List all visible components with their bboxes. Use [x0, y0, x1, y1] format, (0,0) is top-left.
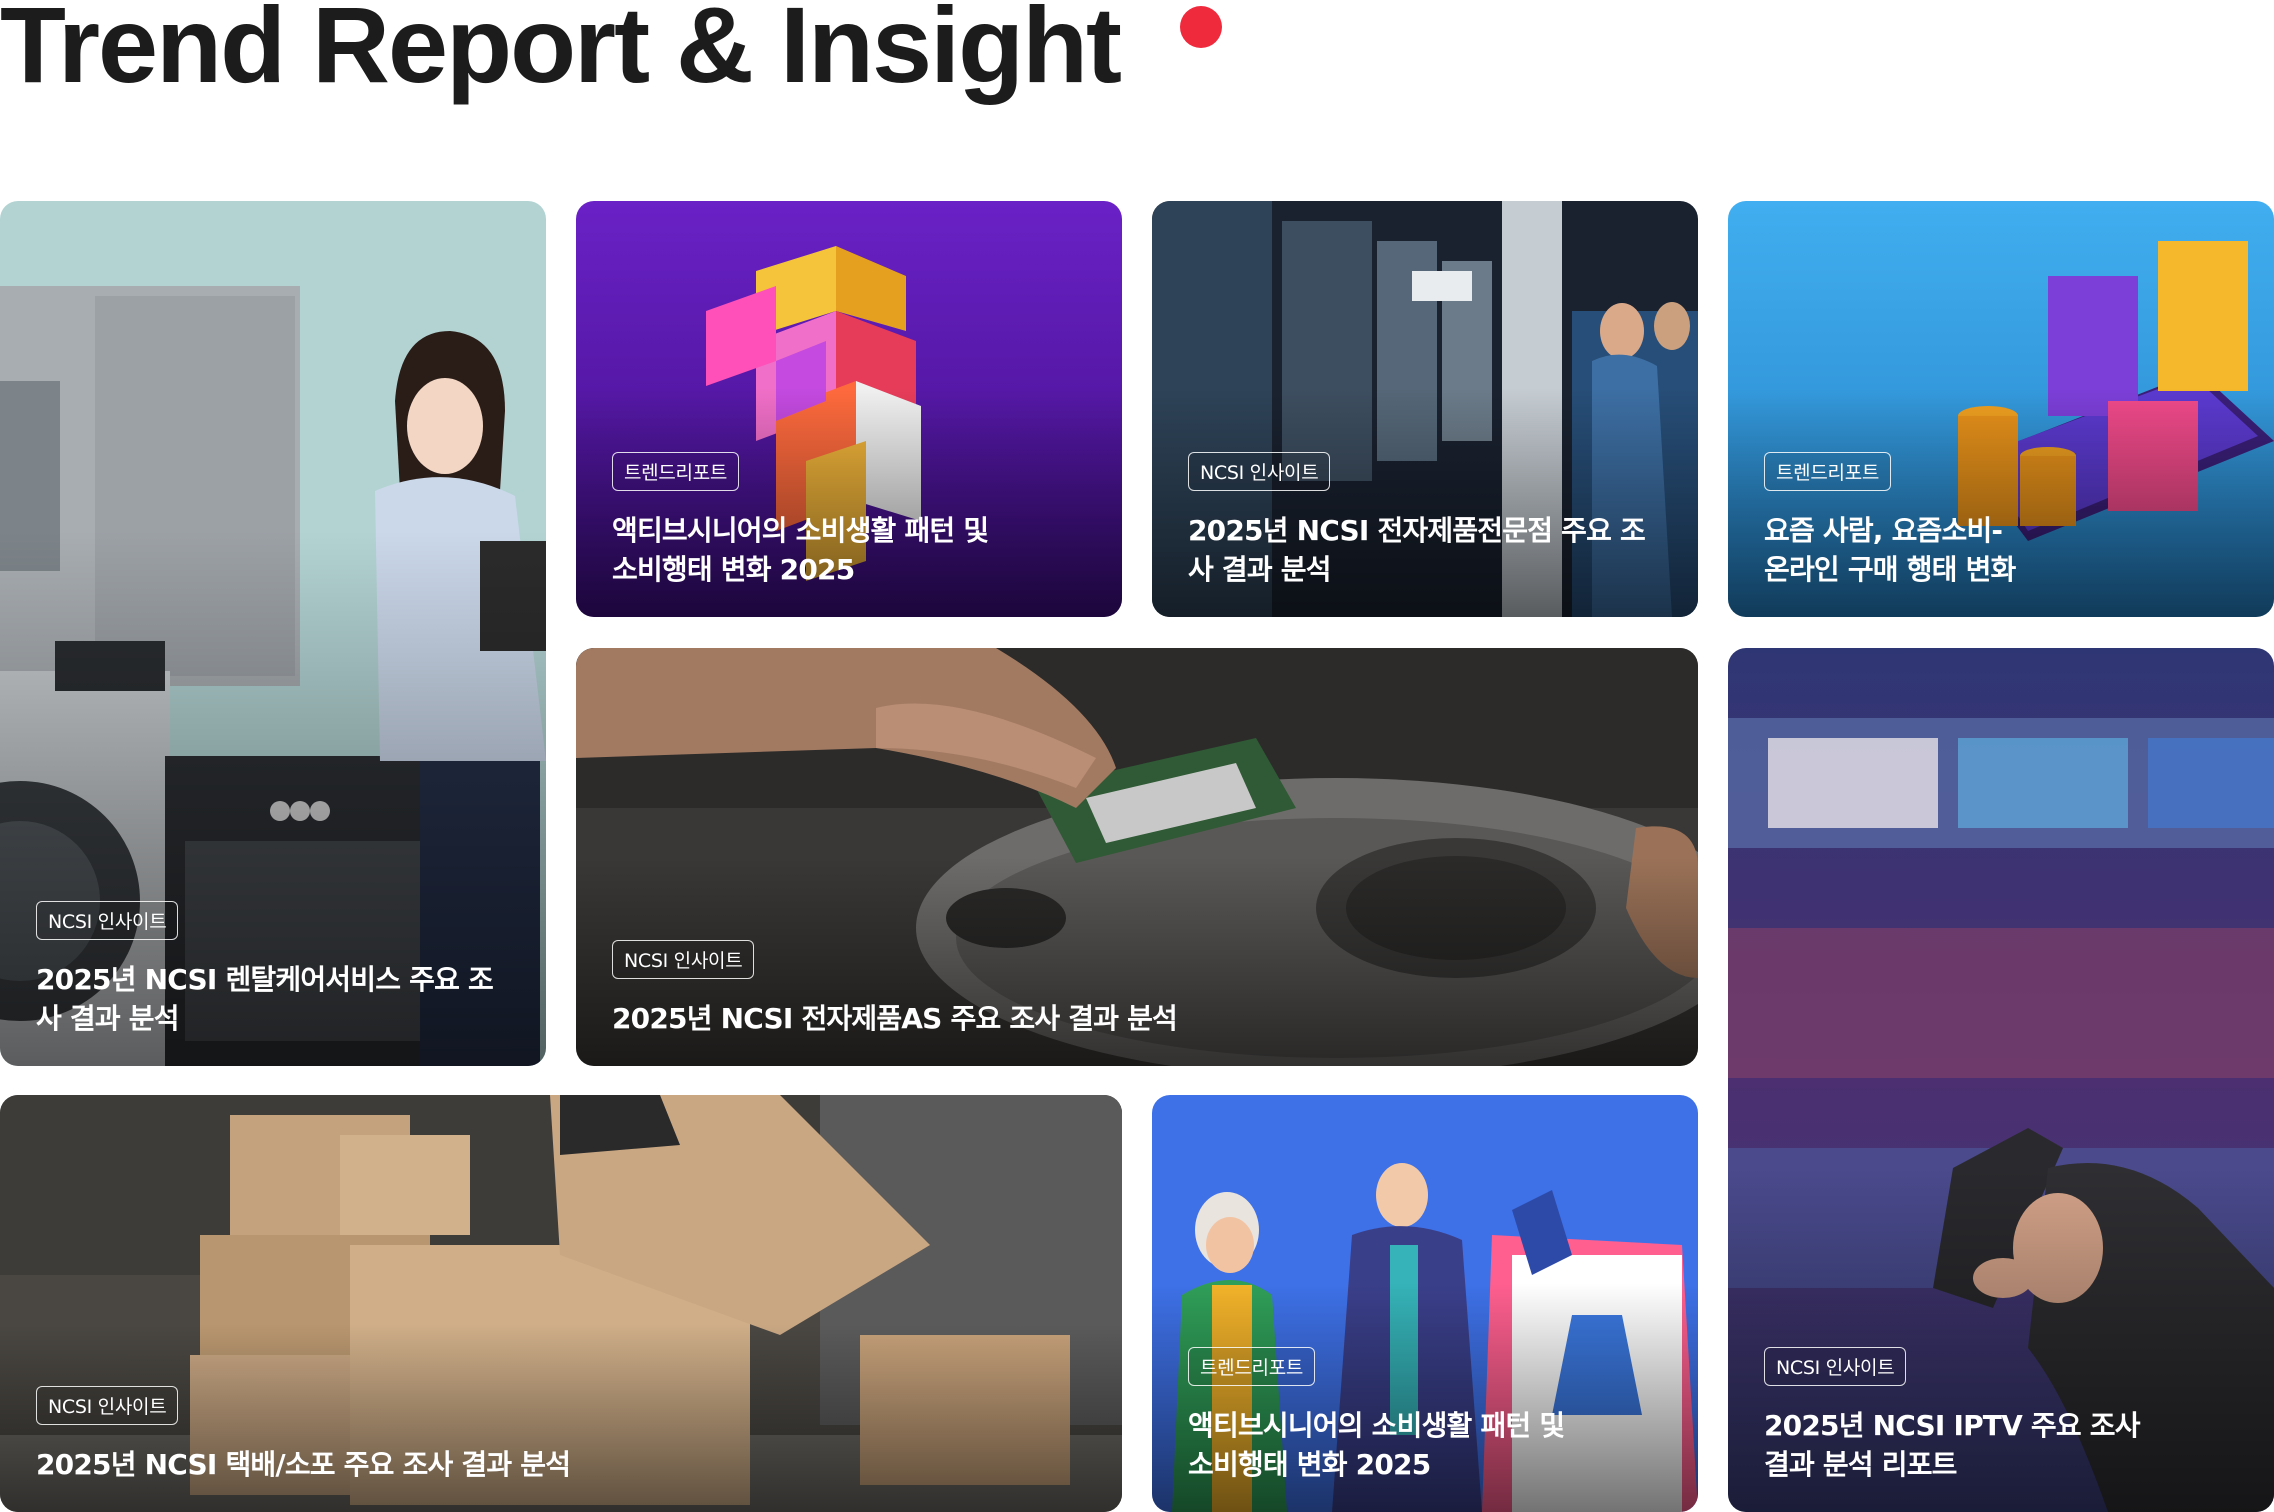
category-badge: NCSI 인사이트 [36, 901, 179, 940]
card-title: 요즘 사람, 요즘소비- 온라인 구매 행태 변화 [1764, 514, 2016, 586]
category-badge: NCSI 인사이트 [36, 1386, 179, 1425]
category-badge: NCSI 인사이트 [612, 940, 755, 979]
card-title: 2025년 NCSI 렌탈케어서비스 주요 조사 결과 분석 [36, 963, 494, 1035]
report-card-parcel[interactable]: NCSI 인사이트 2025년 NCSI 택배/소포 주요 조사 결과 분석 [0, 1095, 1122, 1512]
category-badge: NCSI 인사이트 [1764, 1347, 1907, 1386]
report-card-iptv[interactable]: NCSI 인사이트 2025년 NCSI IPTV 주요 조사 결과 분석 리포… [1728, 648, 2274, 1512]
card-title: 액티브시니어의 소비생활 패턴 및 소비행태 변화 2025 [1188, 1409, 1565, 1481]
card-title: 2025년 NCSI IPTV 주요 조사 결과 분석 리포트 [1764, 1409, 2141, 1481]
card-title: 2025년 NCSI 전자제품전문점 주요 조사 결과 분석 [1188, 514, 1646, 586]
category-badge: 트렌드리포트 [1188, 1347, 1316, 1386]
accent-dot [1180, 6, 1222, 48]
card-title: 액티브시니어의 소비생활 패턴 및 소비행태 변화 2025 [612, 514, 989, 586]
page-title: Trend Report & Insight [0, 0, 1122, 105]
category-badge: NCSI 인사이트 [1188, 452, 1331, 491]
report-card-online-shopping[interactable]: 트렌드리포트 요즘 사람, 요즘소비- 온라인 구매 행태 변화 [1728, 201, 2274, 617]
category-badge: 트렌드리포트 [612, 452, 740, 491]
report-card-active-senior-shopping[interactable]: 트렌드리포트 액티브시니어의 소비생활 패턴 및 소비행태 변화 2025 [1152, 1095, 1698, 1512]
report-card-rental-care[interactable]: NCSI 인사이트 2025년 NCSI 렌탈케어서비스 주요 조사 결과 분석 [0, 201, 546, 1066]
card-title: 2025년 NCSI 전자제품AS 주요 조사 결과 분석 [612, 1002, 1178, 1035]
report-card-active-senior[interactable]: 트렌드리포트 액티브시니어의 소비생활 패턴 및 소비행태 변화 2025 [576, 201, 1122, 617]
card-title: 2025년 NCSI 택배/소포 주요 조사 결과 분석 [36, 1448, 571, 1481]
category-badge: 트렌드리포트 [1764, 452, 1892, 491]
report-card-electronics-store[interactable]: NCSI 인사이트 2025년 NCSI 전자제품전문점 주요 조사 결과 분석 [1152, 201, 1698, 617]
report-card-electronics-as[interactable]: NCSI 인사이트 2025년 NCSI 전자제품AS 주요 조사 결과 분석 [576, 648, 1698, 1066]
